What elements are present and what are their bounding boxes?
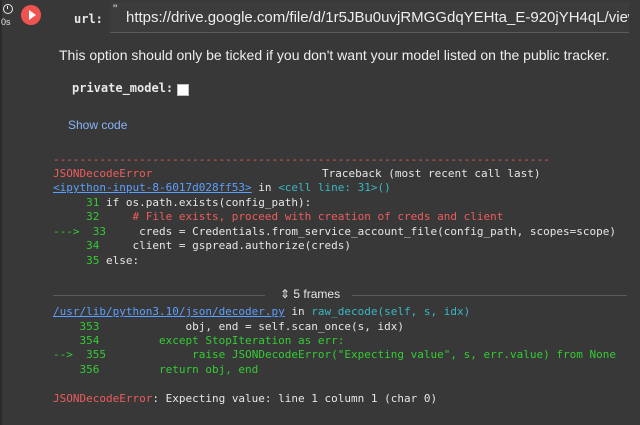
frames-divider-left	[53, 295, 265, 296]
code-line: 34 client = gspread.authorize(creds)	[53, 239, 352, 252]
code-line-highlighted: --> 355 raise JSONDecodeError("Expecting…	[53, 348, 616, 361]
code-line: 354 except StopIteration as err:	[53, 334, 345, 347]
code-line-highlighted: ---> 33 creds = Credentials.from_service…	[53, 225, 616, 238]
cell-gutter: 0s	[0, 0, 46, 425]
final-error-name: JSONDecodeError	[53, 392, 153, 405]
traceback-error-name: JSONDecodeError	[53, 167, 153, 180]
frame-1-func: <cell line: 31>()	[278, 181, 391, 194]
url-value[interactable]: https://drive.google.com/file/d/1r5JBu0u…	[126, 9, 639, 26]
url-label: url:	[74, 12, 103, 26]
traceback-frame-2: /usr/lib/python3.10/json/decoder.py in r…	[53, 305, 470, 318]
run-cell-button[interactable]	[21, 5, 41, 25]
frame-1-in: in	[251, 181, 279, 194]
code-line: 31 if os.path.exists(config_path):	[53, 196, 312, 209]
show-code-link[interactable]: Show code	[68, 118, 127, 132]
execution-status-icon	[3, 4, 13, 14]
form-description: This option should only be ticked if you…	[59, 47, 610, 63]
final-error-message: : Expecting value: line 1 column 1 (char…	[152, 392, 438, 405]
execution-time: 0s	[1, 17, 11, 27]
traceback-header: Traceback (most recent call last)	[322, 167, 541, 180]
url-quote: "	[113, 2, 118, 16]
frame-2-file-link[interactable]: /usr/lib/python3.10/json/decoder.py	[53, 305, 285, 318]
frame-1-file-link[interactable]: <ipython-input-8-6017d028ff53>	[53, 181, 252, 194]
code-line: 32 # File exists, proceed with creation …	[53, 210, 504, 223]
private-model-checkbox[interactable]	[177, 84, 189, 96]
code-line: 35 else:	[53, 254, 140, 267]
expand-collapse-icon: ⇕	[280, 287, 294, 301]
traceback-frame-1: <ipython-input-8-6017d028ff53> in <cell …	[53, 181, 391, 194]
code-line: 356 return obj, end	[53, 363, 259, 376]
collapsed-frames-label: 5 frames	[293, 287, 341, 301]
code-line: 353 obj, end = self.scan_once(s, idx)	[53, 320, 404, 333]
frames-divider-right	[352, 295, 627, 296]
frame-2-in: in	[284, 305, 312, 318]
vertical-scrollbar[interactable]	[629, 0, 640, 425]
frame-2-func: raw_decode(self, s, idx)	[311, 305, 471, 318]
traceback-rule: ----------------------------------------…	[53, 153, 550, 166]
gutter-bar	[0, 0, 2, 425]
final-error-line: JSONDecodeError: Expecting value: line 1…	[53, 392, 437, 405]
collapsed-frames-toggle[interactable]: ⇕ 5 frames	[274, 287, 347, 301]
private-model-label: private_model:	[72, 81, 174, 95]
